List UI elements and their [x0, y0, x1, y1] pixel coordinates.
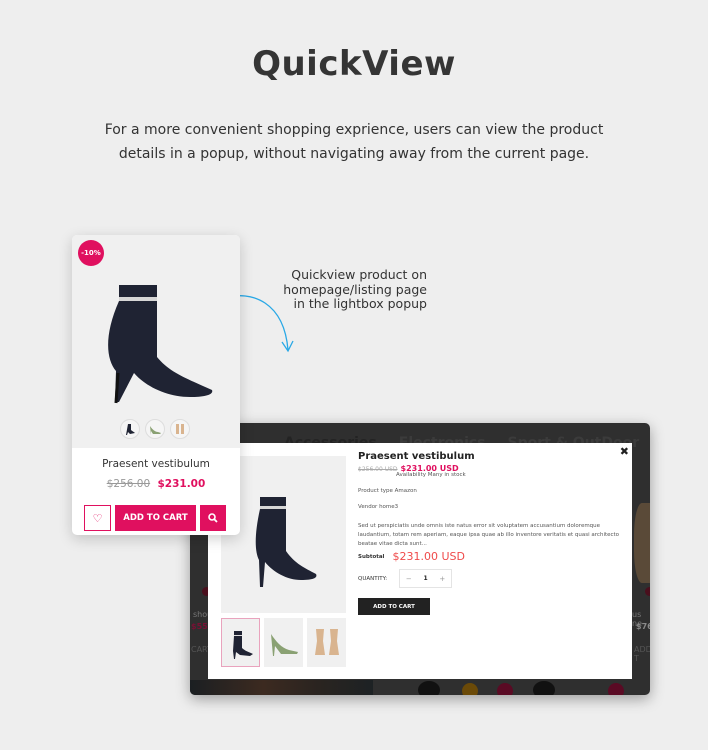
product-description: Sed ut perspiciatis unde omnis iste natu…	[358, 523, 620, 547]
search-icon	[208, 513, 218, 523]
thumbnail-green-pump[interactable]	[264, 618, 303, 667]
page-title: QuickView	[252, 44, 456, 84]
product-price-fragment: $76	[636, 622, 650, 631]
product-thumb-fragment	[497, 683, 513, 695]
thumbnail-beige-heel[interactable]	[307, 618, 346, 667]
increment-button[interactable]: +	[439, 575, 445, 583]
quantity-row: QUANTITY: − 1 +	[358, 569, 623, 588]
quantity-label: QUANTITY:	[358, 575, 388, 582]
swatch-beige-heel[interactable]	[170, 419, 190, 439]
quantity-input[interactable]: 1	[423, 575, 427, 582]
add-to-cart-button[interactable]: ADD TO CART	[115, 505, 196, 531]
thumbnail-black-boot[interactable]	[221, 618, 260, 667]
decrement-button[interactable]: −	[406, 575, 412, 583]
product-thumb-fragment	[608, 683, 624, 695]
subtotal-value: $231.00 USD	[392, 550, 465, 563]
add-to-cart-fragment: ADD T	[634, 645, 650, 663]
product-thumb-fragment	[533, 681, 555, 695]
product-image-fragment	[634, 503, 650, 583]
modal-add-to-cart-button[interactable]: ADD TO CART	[358, 598, 430, 615]
product-title: Praesent vestibulum	[358, 451, 475, 462]
wishlist-button[interactable]: ♡	[84, 505, 111, 531]
discount-badge: -10%	[78, 240, 104, 266]
swatch-green-pump[interactable]	[145, 419, 165, 439]
quickview-button[interactable]	[200, 505, 226, 531]
color-swatch	[645, 587, 650, 596]
product-card: -10% Praesent vestibulum $256.00 $231.00…	[72, 235, 240, 535]
product-type: Product type Amazon	[358, 488, 417, 494]
thumbnail-strip	[221, 618, 346, 667]
subtotal-label: Subtotal	[358, 553, 385, 560]
product-price: $256.00 $231.00	[72, 478, 240, 490]
quantity-stepper: − 1 +	[399, 569, 453, 588]
banner-image-fragment	[190, 680, 373, 695]
product-name[interactable]: Praesent vestibulum	[72, 458, 240, 470]
swatch-black-boot[interactable]	[120, 419, 140, 439]
annotation-line: Quickview product on	[291, 267, 427, 282]
old-price: $256.00 USD	[358, 466, 398, 473]
quickview-modal: ✖ Praesent vestibulum $256.00 USD $231.0…	[208, 443, 632, 679]
product-card-image[interactable]: -10%	[72, 235, 240, 448]
product-thumb-fragment	[418, 681, 440, 695]
vendor: Vendor home3	[358, 504, 399, 510]
old-price: $256.00	[106, 478, 151, 490]
subtotal-row: Subtotal $231.00 USD	[358, 550, 623, 563]
page-subtitle: For a more convenient shopping exprience…	[104, 122, 604, 162]
sale-price: $231.00	[157, 478, 206, 490]
availability: Availability Many in stock	[396, 472, 466, 478]
swatch-list	[120, 419, 190, 439]
heart-icon: ♡	[92, 511, 103, 525]
product-info: Praesent vestibulum $256.00 USD $231.00 …	[358, 451, 623, 615]
product-thumb-fragment	[462, 683, 478, 695]
card-actions: ♡ ADD TO CART	[84, 505, 226, 531]
